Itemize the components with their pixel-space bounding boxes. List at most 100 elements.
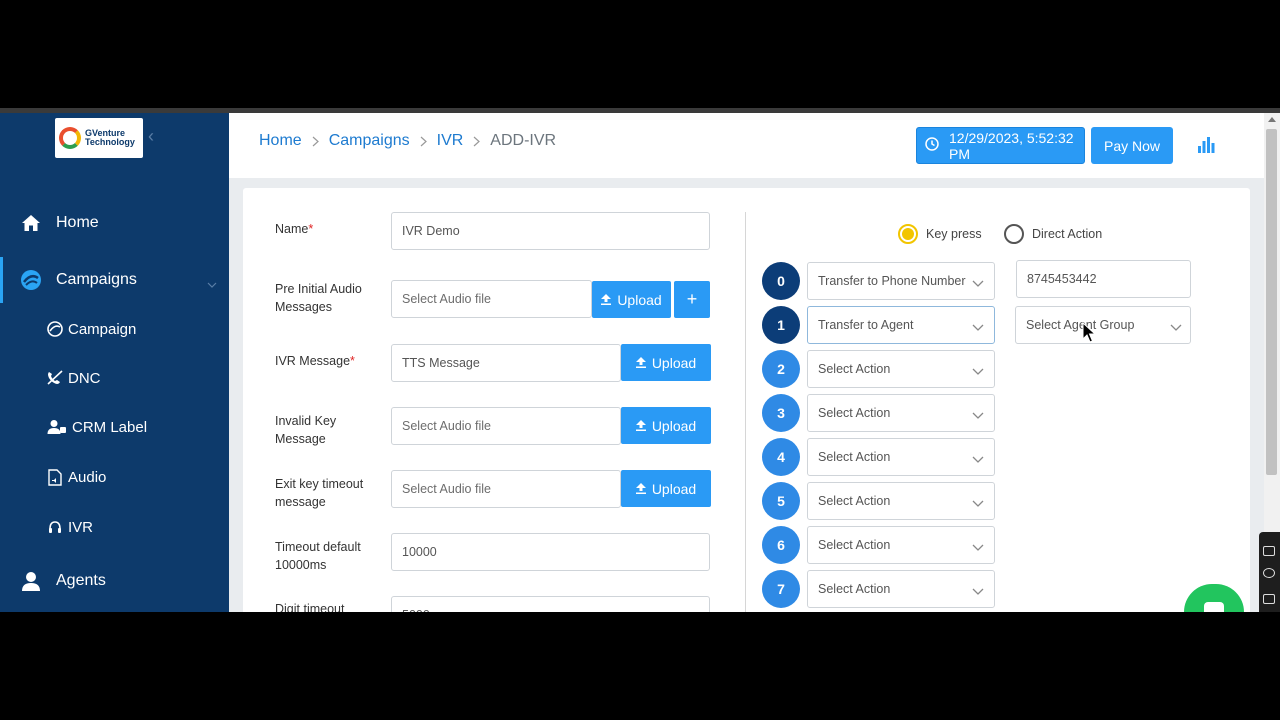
chat-icon [1204,602,1224,612]
sidebar: GVenture Technology ‹ Home Campaigns Cam… [0,113,229,612]
dnc-icon [46,370,64,386]
pre-initial-audio-select[interactable]: Select Audio file [391,280,592,318]
breadcrumb-campaigns[interactable]: Campaigns [329,132,410,150]
chevron-down-icon [972,408,984,422]
chevron-right-icon [420,136,427,147]
ivr-message-input[interactable]: TTS Message [391,344,621,382]
bar-chart-icon[interactable] [1197,137,1215,158]
sidebar-item-campaign[interactable]: Campaign [0,309,229,349]
key-badge-5: 5 [762,482,800,520]
chevron-right-icon [473,136,481,147]
microphone-icon[interactable] [1263,594,1275,604]
key-badge-3: 3 [762,394,800,432]
sidebar-item-crm-label[interactable]: CRM Label [0,407,229,447]
key-badge-2: 2 [762,350,800,388]
key-0-action-select[interactable]: Transfer to Phone Number [807,262,995,300]
digit-timeout-label: Digit timeout [275,602,345,612]
upload-icon [635,481,646,497]
sidebar-item-campaigns[interactable]: Campaigns [0,257,229,303]
radio-unselected-icon [1004,224,1024,244]
breadcrumb-ivr[interactable]: IVR [437,132,464,150]
radio-key-press[interactable]: Key press [898,224,982,244]
sidebar-item-label: Audio [68,468,107,486]
campaign-icon [46,321,64,337]
key-badge-1: 1 [762,306,800,344]
agent-group-select[interactable]: Select Agent Group [1015,306,1191,344]
breadcrumb: Home Campaigns IVR ADD-IVR [259,132,556,150]
key-7-action-select[interactable]: Select Action [807,570,995,608]
key-3-action-select[interactable]: Select Action [807,394,995,432]
recorder-toolbar [1259,532,1280,612]
upload-label: Upload [651,417,697,434]
radio-label: Direct Action [1032,227,1103,241]
upload-label: Upload [617,291,662,308]
key-4-action-select[interactable]: Select Action [807,438,995,476]
campaigns-icon [20,269,42,291]
pre-initial-audio-label: Pre Initial Audio Messages [275,282,362,314]
chevron-down-icon [972,320,984,334]
chevron-down-icon [972,584,984,598]
ivr-message-label: IVR Message* [275,354,355,368]
upload-icon [635,355,646,371]
key-6-action-select[interactable]: Select Action [807,526,995,564]
breadcrumb-add-ivr: ADD-IVR [490,132,557,149]
key-5-action-select[interactable]: Select Action [807,482,995,520]
pay-now-button[interactable]: Pay Now [1091,127,1173,164]
exit-timeout-select[interactable]: Select Audio file [391,470,621,508]
chevron-down-icon [972,364,984,378]
digit-timeout-input[interactable]: 5000 [391,596,710,612]
chevron-down-icon [207,275,217,293]
sidebar-item-label: DNC [68,369,101,387]
scroll-up-icon[interactable] [1268,117,1276,122]
add-audio-button[interactable]: + [674,281,710,318]
sidebar-item-label: Campaigns [56,271,137,288]
breadcrumb-home[interactable]: Home [259,132,302,150]
phone-number-input[interactable]: 8745453442 [1016,260,1191,298]
radio-label: Key press [926,227,982,241]
timeout-input[interactable]: 10000 [391,533,710,571]
record-icon[interactable] [1263,568,1275,578]
company-logo[interactable]: GVenture Technology [55,118,143,158]
sidebar-item-ivr[interactable]: IVR [0,507,229,547]
sidebar-item-home[interactable]: Home [0,200,229,246]
timeout-label: Timeout default 10000ms [275,540,361,572]
chevron-down-icon [972,496,984,510]
chevron-down-icon [972,540,984,554]
logo-name-line2: Technology [85,137,135,147]
key-badge-6: 6 [762,526,800,564]
upload-icon [601,292,612,308]
column-divider [745,212,746,612]
app-window: GVenture Technology ‹ Home Campaigns Cam… [0,108,1280,612]
sidebar-item-dnc[interactable]: DNC [0,358,229,398]
radio-selected-icon [898,224,918,244]
datetime-display: 12/29/2023, 5:52:32 PM [916,127,1085,164]
ivr-form-card: Name* IVR Demo Pre Initial Audio Message… [243,188,1250,612]
exit-timeout-upload-button[interactable]: Upload [621,470,711,507]
key-1-action-select[interactable]: Transfer to Agent [807,306,995,344]
key-badge-7: 7 [762,570,800,608]
exit-timeout-label: Exit key timeout message [275,477,364,509]
sidebar-item-audio[interactable]: Audio [0,457,229,497]
invalid-key-select[interactable]: Select Audio file [391,407,621,445]
camera-icon[interactable] [1263,546,1275,556]
sidebar-item-label: Home [56,214,99,231]
clock-icon [925,137,939,154]
radio-direct-action[interactable]: Direct Action [1004,224,1102,244]
top-header: Home Campaigns IVR ADD-IVR 12/29/2023, 5… [229,113,1264,178]
invalid-key-upload-button[interactable]: Upload [621,407,711,444]
key-badge-0: 0 [762,262,800,300]
ivr-message-upload-button[interactable]: Upload [621,344,711,381]
agents-icon [20,571,42,591]
pre-initial-upload-button[interactable]: Upload [592,281,671,318]
name-input[interactable]: IVR Demo [391,212,710,250]
sidebar-item-agents[interactable]: Agents [0,558,229,604]
mouse-cursor-icon [1082,321,1097,349]
datetime-text: 12/29/2023, 5:52:32 PM [949,129,1074,162]
sidebar-item-label: Agents [56,572,106,589]
sidebar-collapse-icon[interactable]: ‹ [148,127,162,145]
scrollbar-thumb[interactable] [1266,129,1277,475]
key-2-action-select[interactable]: Select Action [807,350,995,388]
audio-icon [46,468,64,486]
chevron-right-icon [312,136,319,147]
logo-mark-icon [59,127,81,149]
